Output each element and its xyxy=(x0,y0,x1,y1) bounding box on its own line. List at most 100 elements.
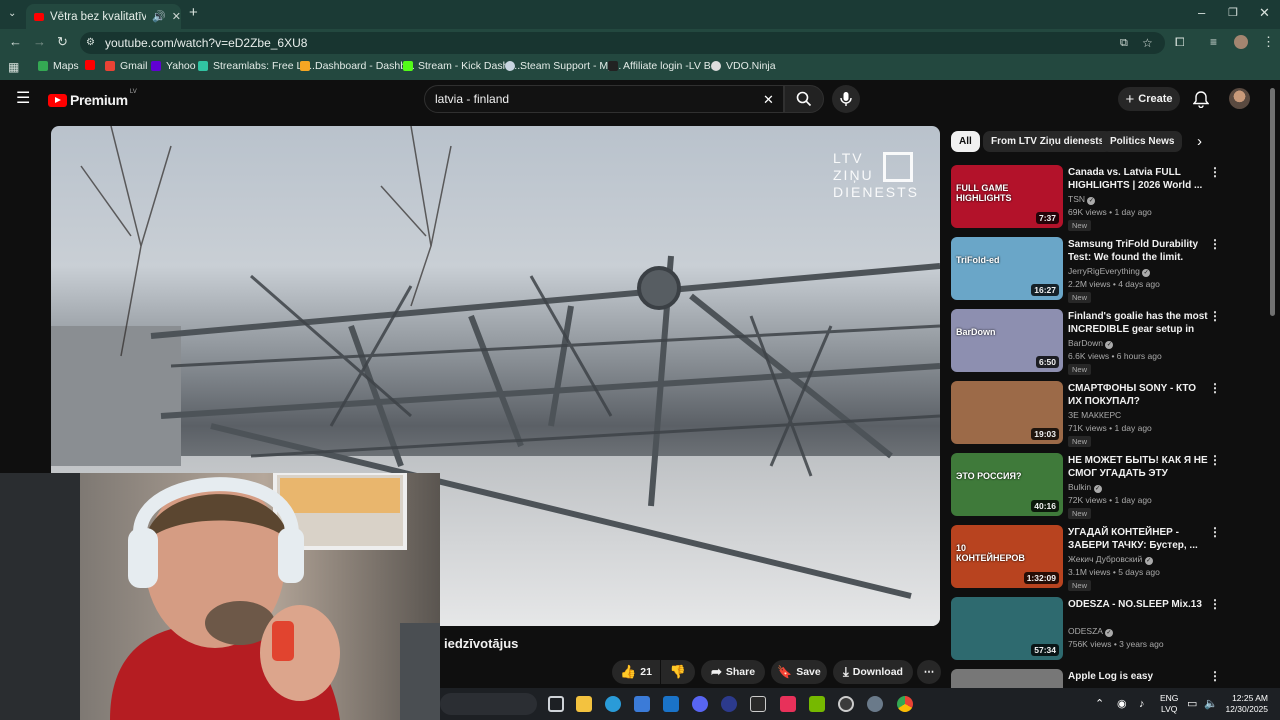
more-vertical-icon[interactable]: ⋮ xyxy=(1209,381,1221,395)
recommendation-title[interactable]: Finland's goalie has the most INCREDIBLE… xyxy=(1068,310,1208,336)
channel-name[interactable]: TSN ✓ xyxy=(1068,194,1096,205)
recommendation-title[interactable]: Apple Log is easy xyxy=(1068,670,1208,683)
video-duration: 6:50 xyxy=(1035,356,1059,368)
tiktok-icon[interactable] xyxy=(780,696,796,712)
video-duration: 19:03 xyxy=(1031,428,1059,440)
task-view-icon[interactable] xyxy=(548,696,564,712)
video-duration: 1:32:09 xyxy=(1023,572,1059,584)
recommendation-title[interactable]: Canada vs. Latvia FULL HIGHLIGHTS | 2026… xyxy=(1068,166,1208,192)
tray-volume-icon[interactable]: 🔈 xyxy=(1204,697,1218,711)
channel-name-text: ЗЕ МАККЕРС xyxy=(1068,410,1122,420)
tray-display-icon[interactable]: ▭ xyxy=(1187,697,1197,711)
recommendations-list: FULL GAME HIGHLIGHTS 7:37 Canada vs. Latvi… xyxy=(0,0,1280,688)
thumbnail-caption: TriFold-ed xyxy=(956,255,1000,265)
new-badge: New xyxy=(1068,292,1092,303)
view-meta: 71K views • 1 day ago xyxy=(1068,423,1152,433)
channel-name[interactable]: Жекич Дубровский ✓ xyxy=(1068,554,1153,565)
media-player-icon[interactable] xyxy=(721,696,737,712)
recommendation-title[interactable]: УГАДАЙ КОНТЕЙНЕР - ЗАБЕРИ ТАЧКУ: Бустер,… xyxy=(1068,526,1208,552)
recommendation-item[interactable]: BarDown 6:50 Finland's goalie has the most… xyxy=(951,309,1251,379)
video-thumbnail[interactable] xyxy=(951,669,1063,688)
channel-name[interactable]: ODESZA ✓ xyxy=(1068,626,1113,637)
language-line-1: ENG xyxy=(1160,693,1179,703)
tray-microphone-icon[interactable]: ♪ xyxy=(1139,697,1145,711)
settings-icon[interactable] xyxy=(867,696,883,712)
recommendation-title[interactable]: Samsung TriFold Durability Test: We foun… xyxy=(1068,238,1208,264)
more-vertical-icon[interactable]: ⋮ xyxy=(1209,525,1221,539)
recommendation-title[interactable]: НЕ МОЖЕТ БЫТЬ! КАК Я НЕ СМОГ УГАДАТЬ ЭТУ… xyxy=(1068,454,1208,480)
video-duration: 16:27 xyxy=(1031,284,1059,296)
video-duration: 7:37 xyxy=(1035,212,1059,224)
channel-name-text: JerryRigEverything xyxy=(1068,266,1140,276)
more-vertical-icon[interactable]: ⋮ xyxy=(1209,237,1221,251)
recommendation-item[interactable]: 19:03 СМАРТФОНЫ SONY - КТО ИХ ПОКУПАЛ? ЗЕ … xyxy=(951,381,1251,451)
obs-icon[interactable] xyxy=(838,696,854,712)
language-line-2: LVQ xyxy=(1161,704,1178,714)
recommendation-item[interactable]: FULL GAME HIGHLIGHTS 7:37 Canada vs. Latvi… xyxy=(951,165,1251,235)
channel-name[interactable]: ЗЕ МАККЕРС xyxy=(1068,410,1121,420)
outlook-icon[interactable] xyxy=(663,696,679,712)
store-icon[interactable] xyxy=(634,696,650,712)
video-thumbnail[interactable]: FULL GAME HIGHLIGHTS 7:37 xyxy=(951,165,1063,228)
recommendation-title[interactable]: СМАРТФОНЫ SONY - КТО ИХ ПОКУПАЛ? xyxy=(1068,382,1208,408)
thumbnail-caption: ЭТО РОССИЯ? xyxy=(956,471,1022,481)
page-scrollbar[interactable] xyxy=(1270,88,1275,316)
verified-badge-icon: ✓ xyxy=(1104,629,1113,637)
video-thumbnail[interactable]: 10 КОНТЕЙНЕРОВ 1:32:09 xyxy=(951,525,1063,588)
more-vertical-icon[interactable]: ⋮ xyxy=(1209,309,1221,323)
epic-games-icon[interactable] xyxy=(750,696,766,712)
video-thumbnail[interactable]: 57:34 xyxy=(951,597,1063,660)
new-badge: New xyxy=(1068,436,1092,447)
channel-name-text: TSN xyxy=(1068,194,1085,204)
windows-taskbar xyxy=(440,688,1280,720)
channel-name-text: ODESZA xyxy=(1068,626,1103,636)
channel-name[interactable]: Bulkin ✓ xyxy=(1068,482,1102,493)
channel-name[interactable]: JerryRigEverything ✓ xyxy=(1068,266,1151,277)
verified-badge-icon: ✓ xyxy=(1105,341,1114,349)
verified-badge-icon: ✓ xyxy=(1142,269,1151,277)
new-badge: New xyxy=(1068,580,1092,591)
video-thumbnail[interactable]: 19:03 xyxy=(951,381,1063,444)
verified-badge-icon: ✓ xyxy=(1144,557,1153,565)
language-indicator[interactable]: ENG LVQ xyxy=(1160,693,1178,715)
view-meta: 69K views • 1 day ago xyxy=(1068,207,1152,217)
more-vertical-icon[interactable]: ⋮ xyxy=(1209,597,1221,611)
more-vertical-icon[interactable]: ⋮ xyxy=(1209,453,1221,467)
new-badge: New xyxy=(1068,220,1092,231)
verified-badge-icon: ✓ xyxy=(1087,197,1096,205)
taskbar-search-box[interactable] xyxy=(440,693,537,715)
taskbar-clock[interactable]: 12:25 AM 12/30/2025 xyxy=(1222,693,1268,715)
tray-overflow-chevron-icon[interactable]: ⌃ xyxy=(1095,697,1104,711)
video-thumbnail[interactable]: TriFold-ed 16:27 xyxy=(951,237,1063,300)
file-explorer-icon[interactable] xyxy=(576,696,592,712)
thumbnail-caption: 10 КОНТЕЙНЕРОВ xyxy=(956,543,1025,563)
channel-name-text: Жекич Дубровский xyxy=(1068,554,1143,564)
view-meta: 72K views • 1 day ago xyxy=(1068,495,1152,505)
view-meta: 6.6K views • 6 hours ago xyxy=(1068,351,1162,361)
channel-name[interactable]: BarDown ✓ xyxy=(1068,338,1114,349)
new-badge: New xyxy=(1068,508,1092,519)
recommendation-item[interactable]: Apple Log is easyTyler Stalman ✓⋮ xyxy=(951,669,1251,688)
recommendation-item[interactable]: ЭТО РОССИЯ? 40:16 НЕ МОЖЕТ БЫТЬ! КАК Я НЕ … xyxy=(951,453,1251,523)
verified-badge-icon: ✓ xyxy=(1093,485,1102,493)
view-meta: 2.2M views • 4 days ago xyxy=(1068,279,1160,289)
recommendation-item[interactable]: 57:34 ODESZA - NO.SLEEP Mix.13 ODESZA ✓ 756… xyxy=(951,597,1251,667)
chrome-icon[interactable] xyxy=(897,696,913,712)
edge-icon[interactable] xyxy=(605,696,621,712)
video-duration: 40:16 xyxy=(1031,500,1059,512)
tray-network-icon[interactable]: ◉ xyxy=(1117,697,1127,711)
recommendation-item[interactable]: 10 КОНТЕЙНЕРОВ 1:32:09 УГАДАЙ КОНТЕЙНЕР - … xyxy=(951,525,1251,595)
channel-name-text: BarDown xyxy=(1068,338,1103,348)
thumbnail-caption: FULL GAME HIGHLIGHTS xyxy=(956,183,1012,203)
more-vertical-icon[interactable]: ⋮ xyxy=(1209,165,1221,179)
more-vertical-icon[interactable]: ⋮ xyxy=(1209,669,1221,683)
recommendation-item[interactable]: TriFold-ed 16:27 Samsung TriFold Durabilit… xyxy=(951,237,1251,307)
video-thumbnail[interactable]: BarDown 6:50 xyxy=(951,309,1063,372)
new-badge: New xyxy=(1068,364,1092,375)
view-meta: 3.1M views • 5 days ago xyxy=(1068,567,1160,577)
video-duration: 57:34 xyxy=(1031,644,1059,656)
recommendation-title[interactable]: ODESZA - NO.SLEEP Mix.13 xyxy=(1068,598,1208,611)
nvidia-icon[interactable] xyxy=(809,696,825,712)
discord-icon[interactable] xyxy=(692,696,708,712)
video-thumbnail[interactable]: ЭТО РОССИЯ? 40:16 xyxy=(951,453,1063,516)
